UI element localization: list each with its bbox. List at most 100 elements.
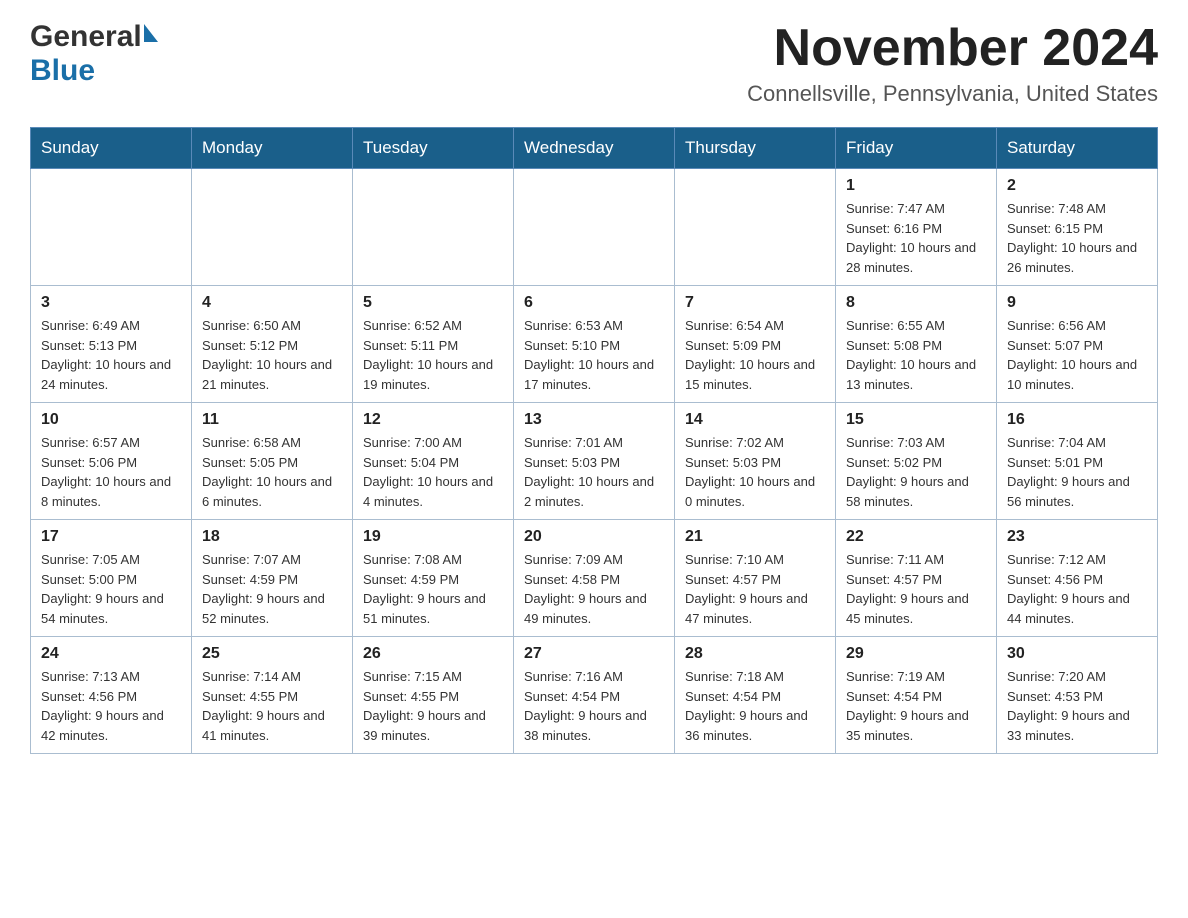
day-number: 16	[1007, 411, 1147, 429]
week-row-5: 24 Sunrise: 7:13 AMSunset: 4:56 PMDayligh…	[31, 637, 1158, 754]
calendar-cell: 16 Sunrise: 7:04 AMSunset: 5:01 PMDayligh…	[997, 403, 1158, 520]
day-number: 9	[1007, 294, 1147, 312]
day-info: Sunrise: 7:01 AMSunset: 5:03 PMDaylight:…	[524, 433, 664, 511]
day-number: 8	[846, 294, 986, 312]
day-info: Sunrise: 7:08 AMSunset: 4:59 PMDaylight:…	[363, 550, 503, 628]
day-number: 12	[363, 411, 503, 429]
calendar-cell: 6Sunrise: 6:53 AMSunset: 5:10 PMDaylight…	[514, 286, 675, 403]
logo-arrow-icon	[144, 24, 158, 42]
calendar-cell: 9 Sunrise: 6:56 AMSunset: 5:07 PMDaylight…	[997, 286, 1158, 403]
day-info: Sunrise: 6:49 AMSunset: 5:13 PMDaylight:…	[41, 316, 181, 394]
day-number: 20	[524, 528, 664, 546]
location-title: Connellsville, Pennsylvania, United Stat…	[747, 81, 1158, 107]
day-number: 22	[846, 528, 986, 546]
month-title: November 2024	[747, 20, 1158, 77]
day-info: Sunrise: 7:07 AMSunset: 4:59 PMDaylight:…	[202, 550, 342, 628]
page-header: General Blue November 2024 Connellsville…	[30, 20, 1158, 107]
calendar-cell: 21Sunrise: 7:10 AMSunset: 4:57 PMDayligh…	[675, 520, 836, 637]
weekday-header-thursday: Thursday	[675, 128, 836, 169]
day-number: 1	[846, 177, 986, 195]
day-info: Sunrise: 7:11 AMSunset: 4:57 PMDaylight:…	[846, 550, 986, 628]
day-number: 28	[685, 645, 825, 663]
calendar-cell: 29Sunrise: 7:19 AMSunset: 4:54 PMDayligh…	[836, 637, 997, 754]
calendar-cell: 27 Sunrise: 7:16 AMSunset: 4:54 PMDayligh…	[514, 637, 675, 754]
day-info: Sunrise: 7:00 AMSunset: 5:04 PMDaylight:…	[363, 433, 503, 511]
calendar-cell: 2 Sunrise: 7:48 AMSunset: 6:15 PMDaylight…	[997, 169, 1158, 286]
day-number: 2	[1007, 177, 1147, 195]
day-number: 17	[41, 528, 181, 546]
day-info: Sunrise: 7:10 AMSunset: 4:57 PMDaylight:…	[685, 550, 825, 628]
day-number: 5	[363, 294, 503, 312]
calendar-cell: 22 Sunrise: 7:11 AMSunset: 4:57 PMDayligh…	[836, 520, 997, 637]
calendar-cell: 15 Sunrise: 7:03 AMSunset: 5:02 PMDayligh…	[836, 403, 997, 520]
weekday-header-monday: Monday	[192, 128, 353, 169]
day-info: Sunrise: 7:47 AMSunset: 6:16 PMDaylight:…	[846, 199, 986, 277]
calendar-cell: 30 Sunrise: 7:20 AMSunset: 4:53 PMDayligh…	[997, 637, 1158, 754]
day-number: 14	[685, 411, 825, 429]
logo: General Blue	[30, 20, 158, 88]
week-row-4: 17Sunrise: 7:05 AMSunset: 5:00 PMDayligh…	[31, 520, 1158, 637]
calendar-cell: 19Sunrise: 7:08 AMSunset: 4:59 PMDayligh…	[353, 520, 514, 637]
calendar-cell: 11 Sunrise: 6:58 AMSunset: 5:05 PMDayligh…	[192, 403, 353, 520]
calendar-cell: 5 Sunrise: 6:52 AMSunset: 5:11 PMDaylight…	[353, 286, 514, 403]
day-number: 15	[846, 411, 986, 429]
calendar-cell: 10 Sunrise: 6:57 AMSunset: 5:06 PMDayligh…	[31, 403, 192, 520]
day-number: 25	[202, 645, 342, 663]
day-info: Sunrise: 6:50 AMSunset: 5:12 PMDaylight:…	[202, 316, 342, 394]
day-info: Sunrise: 6:52 AMSunset: 5:11 PMDaylight:…	[363, 316, 503, 394]
calendar-cell: 14 Sunrise: 7:02 AMSunset: 5:03 PMDayligh…	[675, 403, 836, 520]
day-info: Sunrise: 6:55 AMSunset: 5:08 PMDaylight:…	[846, 316, 986, 394]
weekday-header-wednesday: Wednesday	[514, 128, 675, 169]
calendar-cell	[31, 169, 192, 286]
day-info: Sunrise: 7:13 AMSunset: 4:56 PMDaylight:…	[41, 667, 181, 745]
day-info: Sunrise: 7:20 AMSunset: 4:53 PMDaylight:…	[1007, 667, 1147, 745]
day-info: Sunrise: 7:04 AMSunset: 5:01 PMDaylight:…	[1007, 433, 1147, 511]
week-row-1: 1 Sunrise: 7:47 AMSunset: 6:16 PMDaylight…	[31, 169, 1158, 286]
calendar-cell: 25 Sunrise: 7:14 AMSunset: 4:55 PMDayligh…	[192, 637, 353, 754]
calendar-cell: 17Sunrise: 7:05 AMSunset: 5:00 PMDayligh…	[31, 520, 192, 637]
calendar-cell	[353, 169, 514, 286]
day-number: 7	[685, 294, 825, 312]
logo-blue-text: Blue	[30, 54, 95, 88]
weekday-header-sunday: Sunday	[31, 128, 192, 169]
day-info: Sunrise: 7:02 AMSunset: 5:03 PMDaylight:…	[685, 433, 825, 511]
day-info: Sunrise: 6:54 AMSunset: 5:09 PMDaylight:…	[685, 316, 825, 394]
logo-general-text: General	[30, 20, 142, 54]
calendar-cell	[514, 169, 675, 286]
weekday-header-saturday: Saturday	[997, 128, 1158, 169]
day-number: 23	[1007, 528, 1147, 546]
calendar-cell: 18 Sunrise: 7:07 AMSunset: 4:59 PMDayligh…	[192, 520, 353, 637]
weekday-header-row: SundayMondayTuesdayWednesdayThursdayFrid…	[31, 128, 1158, 169]
calendar-cell: 1 Sunrise: 7:47 AMSunset: 6:16 PMDaylight…	[836, 169, 997, 286]
calendar-cell: 4 Sunrise: 6:50 AMSunset: 5:12 PMDaylight…	[192, 286, 353, 403]
day-info: Sunrise: 6:57 AMSunset: 5:06 PMDaylight:…	[41, 433, 181, 511]
day-number: 10	[41, 411, 181, 429]
calendar-cell: 28Sunrise: 7:18 AMSunset: 4:54 PMDayligh…	[675, 637, 836, 754]
day-number: 24	[41, 645, 181, 663]
weekday-header-tuesday: Tuesday	[353, 128, 514, 169]
calendar-cell: 13 Sunrise: 7:01 AMSunset: 5:03 PMDayligh…	[514, 403, 675, 520]
calendar-cell: 20 Sunrise: 7:09 AMSunset: 4:58 PMDayligh…	[514, 520, 675, 637]
day-info: Sunrise: 6:56 AMSunset: 5:07 PMDaylight:…	[1007, 316, 1147, 394]
week-row-3: 10 Sunrise: 6:57 AMSunset: 5:06 PMDayligh…	[31, 403, 1158, 520]
weekday-header-friday: Friday	[836, 128, 997, 169]
day-number: 30	[1007, 645, 1147, 663]
day-info: Sunrise: 7:03 AMSunset: 5:02 PMDaylight:…	[846, 433, 986, 511]
day-info: Sunrise: 7:09 AMSunset: 4:58 PMDaylight:…	[524, 550, 664, 628]
calendar-cell: 3Sunrise: 6:49 AMSunset: 5:13 PMDaylight…	[31, 286, 192, 403]
day-info: Sunrise: 7:16 AMSunset: 4:54 PMDaylight:…	[524, 667, 664, 745]
calendar-cell: 12 Sunrise: 7:00 AMSunset: 5:04 PMDayligh…	[353, 403, 514, 520]
day-number: 13	[524, 411, 664, 429]
day-number: 4	[202, 294, 342, 312]
day-number: 29	[846, 645, 986, 663]
day-info: Sunrise: 7:12 AMSunset: 4:56 PMDaylight:…	[1007, 550, 1147, 628]
calendar-cell: 26Sunrise: 7:15 AMSunset: 4:55 PMDayligh…	[353, 637, 514, 754]
day-number: 18	[202, 528, 342, 546]
day-info: Sunrise: 7:48 AMSunset: 6:15 PMDaylight:…	[1007, 199, 1147, 277]
day-info: Sunrise: 6:58 AMSunset: 5:05 PMDaylight:…	[202, 433, 342, 511]
day-info: Sunrise: 7:14 AMSunset: 4:55 PMDaylight:…	[202, 667, 342, 745]
week-row-2: 3Sunrise: 6:49 AMSunset: 5:13 PMDaylight…	[31, 286, 1158, 403]
calendar-cell: 24 Sunrise: 7:13 AMSunset: 4:56 PMDayligh…	[31, 637, 192, 754]
day-number: 11	[202, 411, 342, 429]
day-number: 27	[524, 645, 664, 663]
